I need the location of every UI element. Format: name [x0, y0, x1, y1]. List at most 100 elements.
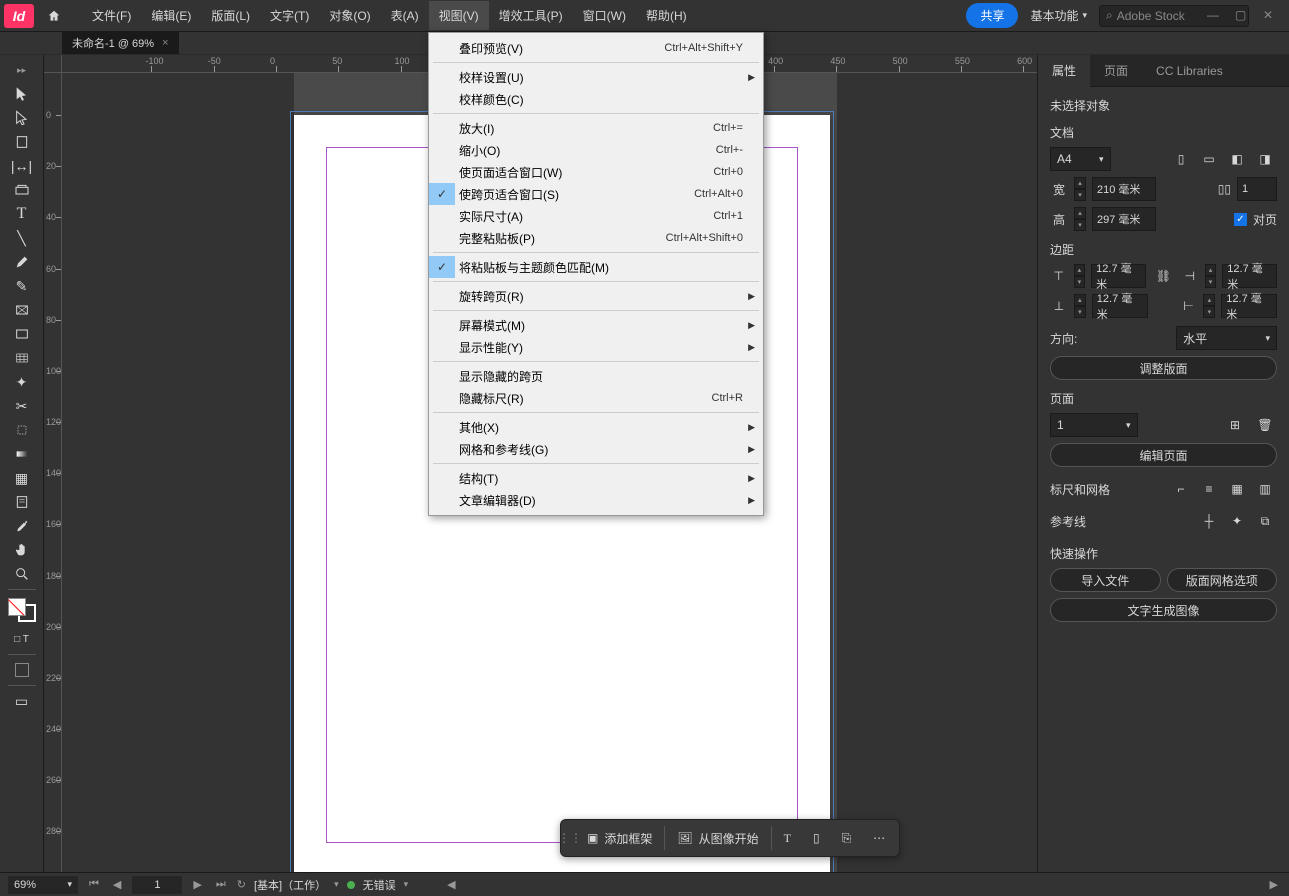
menu-proof-colors[interactable]: 校样颜色(C): [429, 88, 763, 110]
facing-pages-checkbox[interactable]: ✓: [1234, 213, 1247, 226]
line-tool[interactable]: ╲: [6, 227, 38, 249]
baseline-grid-icon[interactable]: ≡: [1197, 477, 1221, 501]
close-button[interactable]: ✕: [1263, 8, 1279, 24]
margin-top-spinner[interactable]: ▴▾: [1074, 264, 1086, 288]
page-select[interactable]: 1▾: [1050, 413, 1138, 437]
screen-mode-icon[interactable]: ▭: [6, 690, 38, 712]
menu-fit-page[interactable]: 使页面适合窗口(W)Ctrl+0: [429, 161, 763, 183]
menu-fit-spread[interactable]: ✓使跨页适合窗口(S)Ctrl+Alt+0: [429, 183, 763, 205]
first-page-button[interactable]: ⏮: [86, 878, 102, 891]
edit-pages-button[interactable]: 编辑页面: [1050, 443, 1277, 467]
menu-type[interactable]: 文字(T): [260, 1, 319, 30]
text-to-image-button[interactable]: 文字生成图像: [1050, 598, 1277, 622]
menu-proof-setup[interactable]: 校样设置(U)▶: [429, 66, 763, 88]
tab-pages[interactable]: 页面: [1090, 55, 1142, 87]
gradient-swatch-tool[interactable]: [6, 443, 38, 465]
type-icon-button[interactable]: T: [774, 825, 801, 852]
menu-match-pasteboard[interactable]: ✓将粘贴板与主题颜色匹配(M): [429, 256, 763, 278]
note-tool[interactable]: [6, 491, 38, 513]
fill-stroke-swatch[interactable]: [8, 598, 36, 622]
smart-guides-icon[interactable]: ✦: [1225, 509, 1249, 533]
grid-options-button[interactable]: 版面网格选项: [1167, 568, 1278, 592]
menu-zoom-in[interactable]: 放大(I)Ctrl+=: [429, 117, 763, 139]
free-transform-tool[interactable]: [6, 419, 38, 441]
rectangle-frame-tool[interactable]: [6, 299, 38, 321]
from-image-button[interactable]: 🖼 从图像开始: [667, 824, 768, 853]
menu-grids-guides[interactable]: 网格和参考线(G)▶: [429, 438, 763, 460]
minimize-button[interactable]: —: [1207, 8, 1223, 24]
menu-extras[interactable]: 其他(X)▶: [429, 416, 763, 438]
chevron-down-icon[interactable]: ▾: [404, 879, 409, 890]
margin-bottom-input[interactable]: 12.7 毫米: [1092, 294, 1148, 318]
hand-tool[interactable]: [6, 539, 38, 561]
menu-object[interactable]: 对象(O): [319, 1, 380, 30]
delete-page-icon[interactable]: 🗑: [1253, 413, 1277, 437]
tab-cc-libraries[interactable]: CC Libraries: [1142, 55, 1237, 87]
formatting-container-icon[interactable]: □ T: [6, 628, 38, 650]
rectangle-tool[interactable]: [6, 323, 38, 345]
last-page-button[interactable]: ⏭: [213, 878, 229, 891]
add-frame-button[interactable]: ▣ 添加框架: [577, 824, 662, 853]
menu-table[interactable]: 表(A): [381, 1, 429, 30]
document-tab[interactable]: 未命名-1 @ 69% ×: [62, 32, 179, 54]
ruler-toggle-icon[interactable]: ⌐: [1169, 477, 1193, 501]
binding-right-icon[interactable]: ◨: [1253, 147, 1277, 171]
guides-toggle-icon[interactable]: ┼: [1197, 509, 1221, 533]
drag-handle-icon[interactable]: ⋮⋮: [565, 831, 575, 845]
close-tab-icon[interactable]: ×: [162, 37, 168, 49]
eyedropper-tool[interactable]: [6, 515, 38, 537]
menu-structure[interactable]: 结构(T)▶: [429, 467, 763, 489]
maximize-button[interactable]: ▢: [1235, 8, 1251, 24]
page-preset-select[interactable]: A4▾: [1050, 147, 1111, 171]
orientation-landscape-icon[interactable]: ▭: [1197, 147, 1221, 171]
layout-grid-icon[interactable]: ▥: [1253, 477, 1277, 501]
menu-display-performance[interactable]: 显示性能(Y)▶: [429, 336, 763, 358]
height-input[interactable]: 297 毫米: [1092, 207, 1156, 231]
margin-left-input[interactable]: 12.7 毫米: [1222, 264, 1277, 288]
selection-tool[interactable]: [6, 83, 38, 105]
type-tool[interactable]: T: [6, 203, 38, 225]
orientation-select[interactable]: 水平▾: [1176, 326, 1277, 350]
spread-count-input[interactable]: 1: [1237, 177, 1277, 201]
menu-overprint-preview[interactable]: 叠印预览(V)Ctrl+Alt+Shift+Y: [429, 37, 763, 59]
menu-entire-pasteboard[interactable]: 完整粘贴板(P)Ctrl+Alt+Shift+0: [429, 227, 763, 249]
scroll-right-button[interactable]: ▶: [1267, 878, 1281, 891]
zoom-tool[interactable]: [6, 563, 38, 585]
margin-right-spinner[interactable]: ▴▾: [1203, 294, 1215, 318]
zoom-level-select[interactable]: 69%▾: [8, 876, 78, 894]
import-file-button[interactable]: 导入文件: [1050, 568, 1161, 592]
menu-story-editor[interactable]: 文章编辑器(D)▶: [429, 489, 763, 511]
menu-hide-rulers[interactable]: 隐藏标尺(R)Ctrl+R: [429, 387, 763, 409]
place-icon-button[interactable]: ⎘: [832, 825, 862, 852]
width-spinner[interactable]: ▴▾: [1074, 177, 1086, 201]
pen-tool[interactable]: [6, 251, 38, 273]
height-spinner[interactable]: ▴▾: [1074, 207, 1086, 231]
menu-help[interactable]: 帮助(H): [636, 1, 697, 30]
menu-view[interactable]: 视图(V): [429, 1, 489, 30]
menu-plugins[interactable]: 增效工具(P): [489, 1, 573, 30]
share-button[interactable]: 共享: [966, 3, 1018, 28]
text-to-image-tool[interactable]: ✦: [6, 371, 38, 393]
direct-selection-tool[interactable]: [6, 107, 38, 129]
margin-top-input[interactable]: 12.7 毫米: [1091, 264, 1146, 288]
link-margins-icon[interactable]: ⛓: [1152, 269, 1175, 283]
doc-grid-icon[interactable]: ▦: [1225, 477, 1249, 501]
menu-window[interactable]: 窗口(W): [573, 1, 636, 30]
next-page-button[interactable]: ▶: [190, 878, 204, 891]
vertical-ruler[interactable]: 0204060801001201401601802002202402602803…: [44, 73, 62, 887]
binding-left-icon[interactable]: ◧: [1225, 147, 1249, 171]
snap-icon[interactable]: ⧉: [1253, 509, 1277, 533]
menu-screen-mode[interactable]: 屏幕模式(M)▶: [429, 314, 763, 336]
margin-left-spinner[interactable]: ▴▾: [1205, 264, 1217, 288]
home-button[interactable]: [42, 4, 66, 28]
page-icon-button[interactable]: ▯: [803, 825, 830, 851]
menu-edit[interactable]: 编辑(E): [141, 1, 201, 30]
grid-tool[interactable]: [6, 347, 38, 369]
pencil-tool[interactable]: ✎: [6, 275, 38, 297]
menu-actual-size[interactable]: 实际尺寸(A)Ctrl+1: [429, 205, 763, 227]
page-number-input[interactable]: 1: [132, 876, 182, 894]
margin-right-input[interactable]: 12.7 毫米: [1221, 294, 1277, 318]
content-collector-tool[interactable]: [6, 179, 38, 201]
menu-layout[interactable]: 版面(L): [201, 1, 260, 30]
open-recent-icon[interactable]: ↻: [237, 878, 246, 891]
